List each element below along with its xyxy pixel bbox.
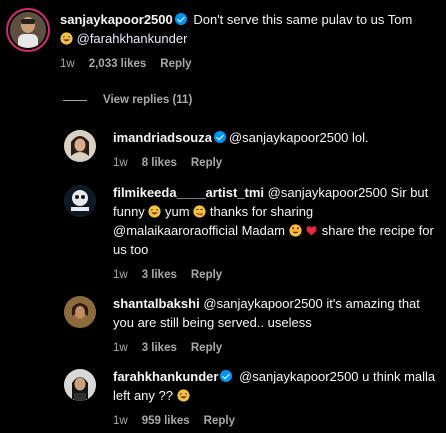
likes-count[interactable]: 959 likes — [142, 412, 190, 431]
comment-body: yum — [165, 204, 194, 219]
comment-username[interactable]: imandriadsouza — [113, 130, 212, 145]
mention-link[interactable]: @farahkhankunder — [77, 31, 188, 46]
comment-text: filmikeeda____artist_tmi @sanjaykapoor25… — [113, 183, 438, 259]
reply-button[interactable]: Reply — [191, 339, 222, 358]
comment-body: Don't serve this same pulav to us Tom — [189, 12, 413, 27]
avatar-image — [64, 130, 96, 162]
avatar[interactable] — [64, 369, 96, 401]
comment-text: shantalbakshi @sanjaykapoor2500 it's ama… — [113, 294, 438, 332]
comment-meta: 1w 959 likes Reply — [113, 412, 438, 431]
avatar-image — [64, 369, 96, 401]
avatar[interactable] — [64, 185, 96, 217]
laughing-emoji-icon — [60, 32, 73, 45]
verified-badge-icon — [220, 370, 233, 382]
reply-button[interactable]: Reply — [191, 266, 222, 285]
comment-meta: 1w 8 likes Reply — [113, 154, 438, 173]
likes-count[interactable]: 3 likes — [142, 266, 177, 285]
avatar[interactable] — [64, 296, 96, 328]
comment-time: 1w — [113, 157, 128, 169]
heart-eyes-emoji-icon — [288, 224, 302, 237]
likes-count[interactable]: 8 likes — [142, 154, 177, 173]
comment-username[interactable]: farahkhankunder — [113, 369, 218, 384]
comment-text: farahkhankunder @sanjaykapoor2500 u thin… — [113, 367, 438, 405]
reply-button[interactable]: Reply — [191, 154, 222, 173]
comment-username[interactable]: shantalbakshi — [113, 296, 200, 311]
likes-count[interactable]: 3 likes — [142, 339, 177, 358]
laughing-emoji-icon — [177, 389, 190, 402]
avatar-image — [64, 185, 96, 217]
reply-button[interactable]: Reply — [204, 412, 235, 431]
likes-count[interactable]: 2,033 likes — [89, 55, 147, 74]
verified-badge-icon — [174, 13, 187, 25]
divider-line — [63, 100, 87, 101]
comment-time: 1w — [113, 415, 128, 427]
laughing-emoji-icon — [148, 205, 162, 218]
comment-text: imandriadsouza @sanjaykapoor2500 lol. — [113, 128, 438, 147]
comment-time: 1w — [60, 58, 75, 70]
red-heart-emoji-icon — [306, 226, 317, 236]
view-replies-label: View replies (11) — [103, 94, 193, 106]
comment-meta: 1w 3 likes Reply — [113, 339, 438, 358]
avatar-image — [64, 296, 96, 328]
savoring-emoji-icon — [193, 205, 206, 218]
comment-meta: 1w 3 likes Reply — [113, 266, 438, 285]
verified-badge-icon — [213, 131, 226, 143]
avatar-image — [10, 12, 46, 48]
comment-body: @sanjaykapoor2500 lol. — [228, 130, 369, 145]
view-replies-button[interactable]: View replies (11) — [63, 91, 192, 110]
comment-meta: 1w 2,033 likes Reply — [60, 55, 438, 74]
comment-time: 1w — [113, 342, 128, 354]
reply-button[interactable]: Reply — [160, 55, 191, 74]
avatar[interactable] — [64, 130, 96, 162]
avatar[interactable] — [10, 12, 46, 48]
comment-time: 1w — [113, 269, 128, 281]
comment-text: sanjaykapoor2500 Don't serve this same p… — [60, 10, 438, 48]
comment-username[interactable]: sanjaykapoor2500 — [60, 12, 173, 27]
comment-username[interactable]: filmikeeda____artist_tmi — [113, 185, 264, 200]
